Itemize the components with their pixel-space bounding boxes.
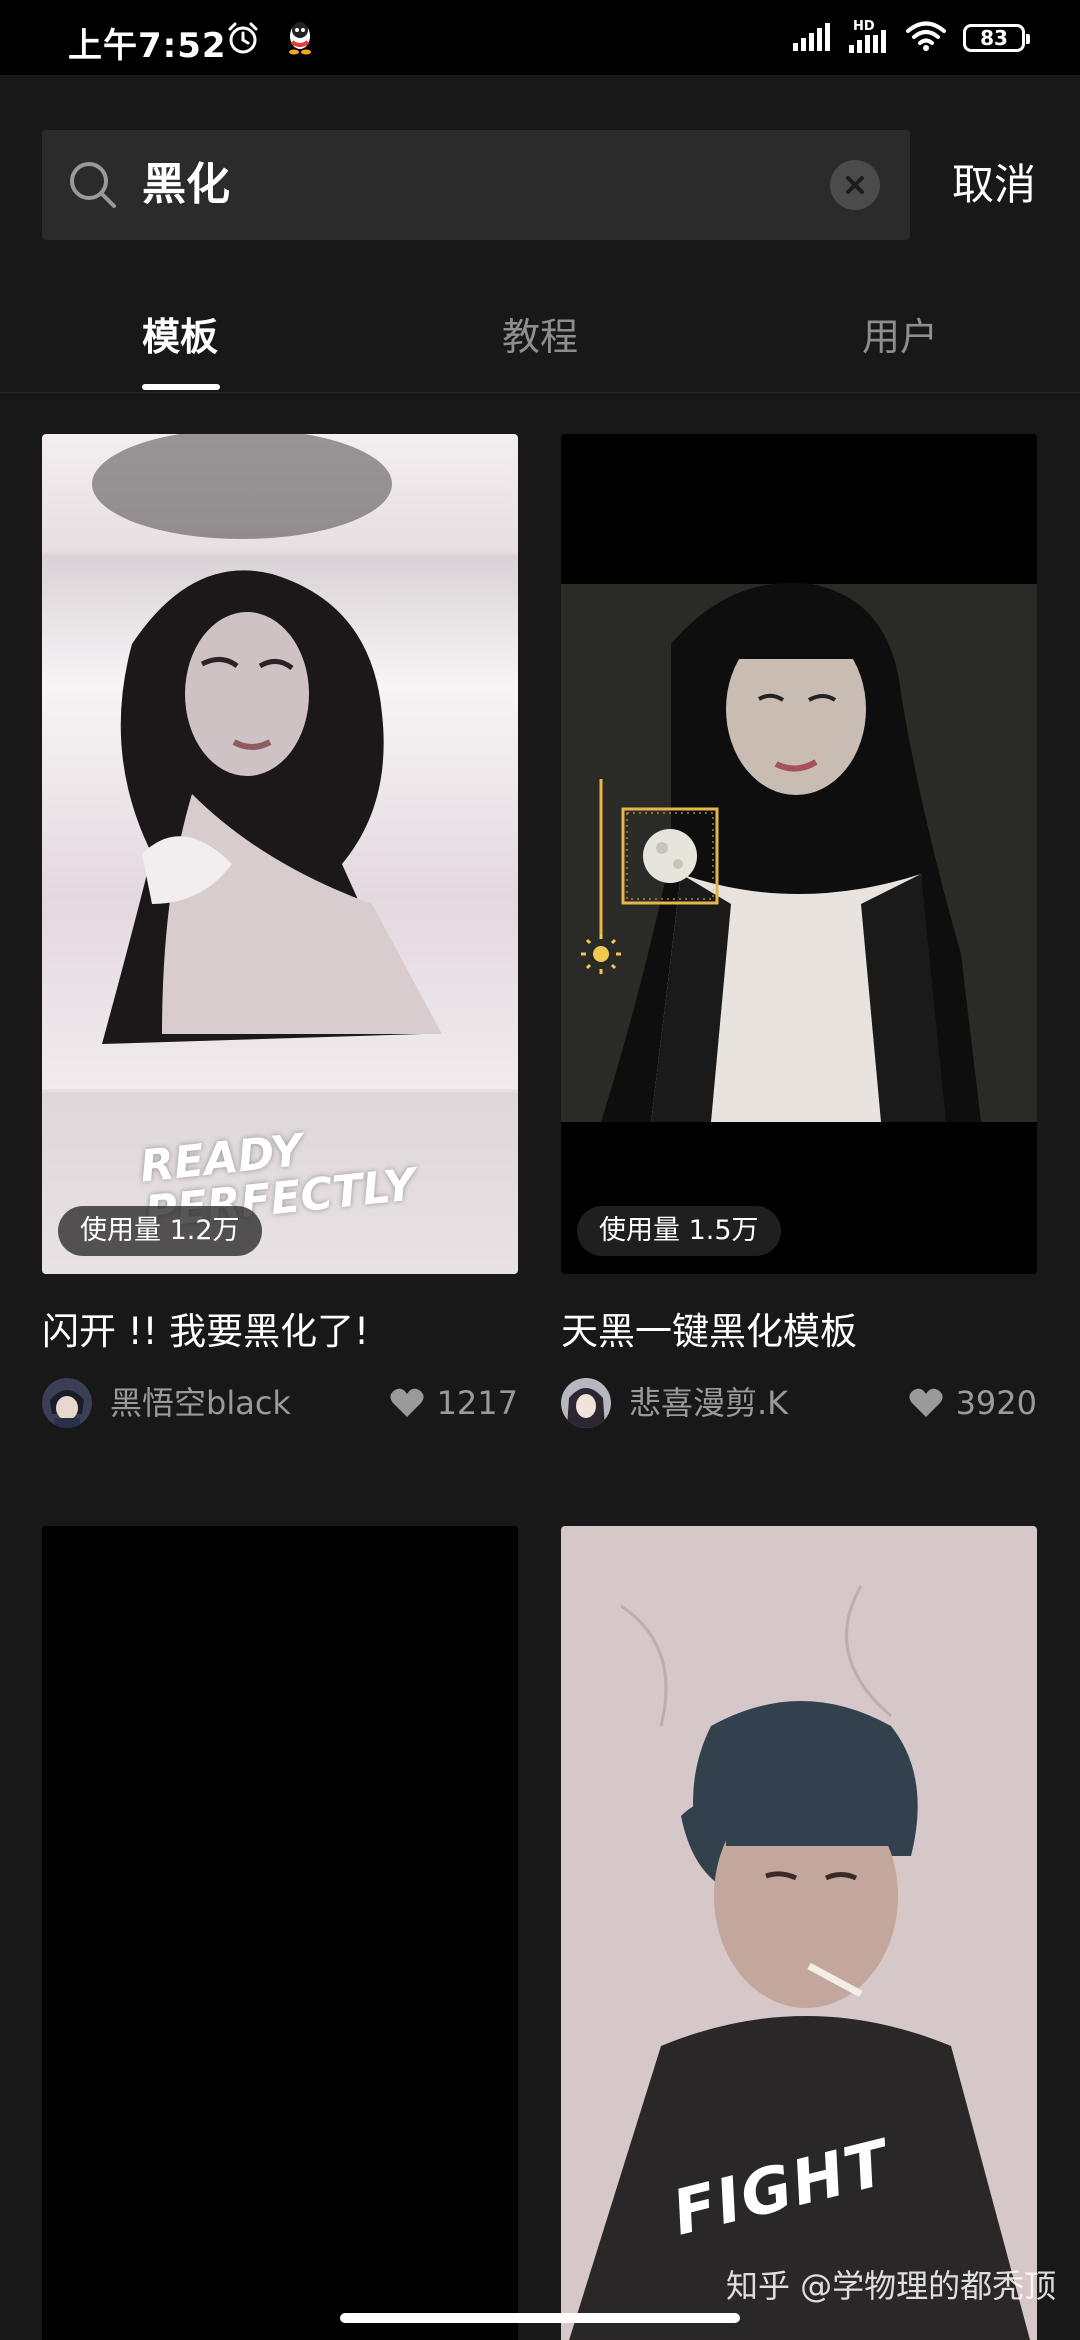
cancel-button[interactable]: 取消 [952,155,1036,215]
status-bar: 上午7:52 HD 83 [0,0,1080,75]
heart-icon [389,1388,424,1417]
avatar[interactable] [42,1378,92,1428]
heart-icon [908,1388,943,1417]
template-thumbnail[interactable]: READY PERFECTLY 使用量 1.2万 [42,434,518,1274]
template-card[interactable]: 使用量 1.5万 天黑一键黑化模板 悲喜漫剪.K 3920 [561,434,1037,1430]
wifi-icon [905,20,947,56]
signal-hd-icon: HD [849,19,889,53]
like-count-value: 1217 [436,1384,518,1422]
qq-penguin-icon [285,20,315,60]
battery-icon: 83 [963,24,1030,52]
watermark: 知乎 @学物理的都秃顶 [726,2267,1057,2305]
like-count[interactable]: 3920 [908,1378,1037,1428]
author-name[interactable]: 悲喜漫剪.K [629,1378,788,1428]
alarm-clock-icon [225,20,261,60]
template-thumbnail[interactable]: FIGHT [561,1526,1037,2340]
result-tabs: 模板 教程 用户 [0,300,1080,393]
template-card[interactable] [42,1526,518,2340]
close-icon [846,176,864,194]
template-title[interactable]: 闪开 !! 我要黑化了! [42,1308,518,1356]
tab-active-indicator [142,384,220,390]
like-count-value: 3920 [955,1384,1037,1422]
usage-count-badge: 使用量 1.2万 [58,1206,262,1256]
template-title[interactable]: 天黑一键黑化模板 [561,1308,1037,1356]
template-photo [561,582,1037,1122]
like-count[interactable]: 1217 [389,1378,518,1428]
battery-level: 83 [980,26,1008,50]
signal-icon [793,21,833,55]
clear-search-button[interactable] [830,160,880,210]
tab-tutorials[interactable]: 教程 [502,312,578,362]
search-results-screen: 上午7:52 HD 83 黑化 取消 模板 教程 用户 READY PERFEC… [0,0,1080,2340]
template-thumbnail[interactable] [42,1526,518,2340]
status-time: 上午7:52 [68,26,227,66]
usage-count-badge: 使用量 1.5万 [577,1206,781,1256]
template-thumbnail[interactable]: 使用量 1.5万 [561,434,1037,1274]
avatar[interactable] [561,1378,611,1428]
template-card[interactable]: READY PERFECTLY 使用量 1.2万 闪开 !! 我要黑化了! 黑悟… [42,434,518,1430]
home-indicator[interactable] [340,2313,740,2323]
hd-label: HD [853,19,875,34]
author-name[interactable]: 黑悟空black [110,1378,291,1428]
tab-users[interactable]: 用户 [862,312,938,362]
search-bar[interactable]: 黑化 [42,130,910,240]
status-right-icons: HD 83 [793,19,1030,56]
template-meta: 黑悟空black 1217 [42,1378,518,1430]
search-input[interactable]: 黑化 [142,158,230,212]
search-icon [66,158,120,212]
template-card[interactable]: FIGHT [561,1526,1037,2340]
status-left-icons [225,20,315,60]
template-meta: 悲喜漫剪.K 3920 [561,1378,1037,1430]
tab-templates[interactable]: 模板 [142,312,218,362]
